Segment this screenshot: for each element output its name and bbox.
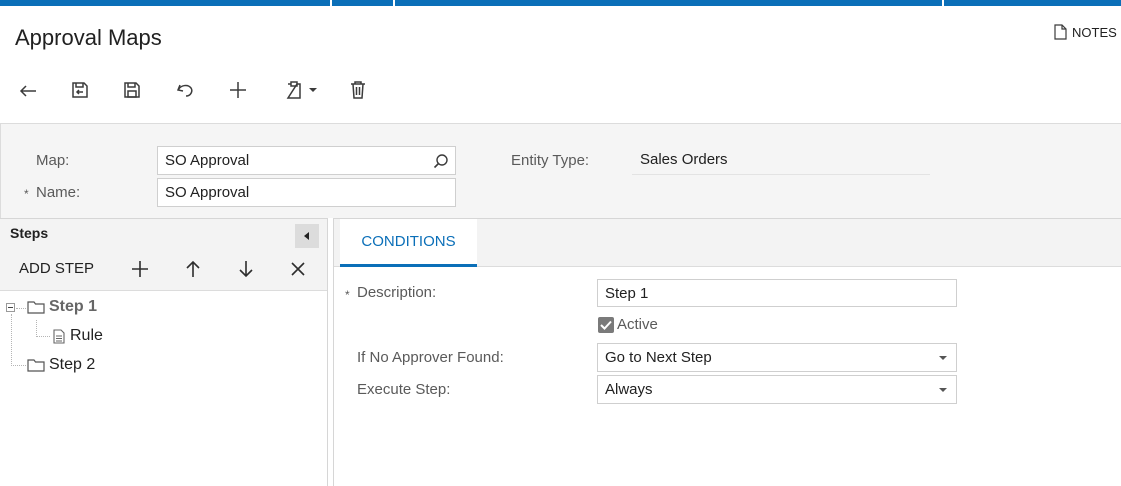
execute-step-label: Execute Step:	[357, 381, 451, 398]
back-arrow-icon	[19, 85, 36, 97]
name-value: SO Approval	[165, 184, 250, 201]
no-approver-value: Go to Next Step	[605, 349, 712, 366]
tree-connector	[16, 308, 26, 309]
notes-label: NOTES	[1072, 24, 1117, 40]
checkmark-icon	[600, 320, 612, 330]
steps-panel-header: Steps ADD STEP	[0, 219, 327, 291]
add-button[interactable]	[224, 74, 252, 106]
steps-title: Steps	[10, 225, 49, 241]
collapse-panel-button[interactable]	[295, 224, 319, 248]
top-bar-separator	[330, 0, 332, 6]
tabs-bar: CONDITIONS	[334, 219, 1121, 267]
save-button[interactable]	[118, 74, 146, 106]
tree-node-label: Rule	[70, 327, 103, 344]
folder-icon	[27, 301, 45, 314]
save-close-icon	[72, 82, 88, 98]
tree-node-step-2[interactable]: Step 2	[27, 356, 95, 374]
required-mark: *	[345, 288, 350, 302]
active-checkbox[interactable]	[598, 317, 614, 333]
description-value: Step 1	[605, 285, 649, 302]
document-icon	[1054, 24, 1067, 40]
map-label: Map:	[36, 152, 70, 169]
arrow-down-icon	[239, 261, 253, 278]
step-details-panel: CONDITIONS * Description: Step 1 Active …	[333, 218, 1121, 486]
add-icon	[132, 261, 148, 277]
tree-connector	[11, 314, 12, 366]
no-approver-select[interactable]: Go to Next Step	[597, 343, 957, 372]
top-bar-separator	[942, 0, 944, 6]
search-icon[interactable]	[433, 153, 449, 169]
remove-tree-item-button[interactable]	[285, 256, 311, 282]
tree-node-label: Step 1	[49, 298, 98, 315]
tree-node-step-1[interactable]: Step 1	[27, 298, 97, 316]
rule-document-icon	[53, 328, 65, 344]
top-accent-bar	[0, 0, 1121, 6]
tree-connector	[36, 336, 50, 337]
add-step-button[interactable]: ADD STEP	[19, 260, 94, 277]
entity-type-value: Sales Orders	[640, 151, 728, 168]
summary-form: Map: SO Approval * Name: SO Approval Ent…	[0, 123, 1121, 218]
add-tree-item-button[interactable]	[127, 256, 153, 282]
save-close-button[interactable]	[66, 74, 94, 106]
entity-type-label: Entity Type:	[511, 152, 590, 169]
map-selector[interactable]: SO Approval	[157, 146, 456, 175]
clipboard-icon	[286, 81, 301, 99]
tree-node-label: Step 2	[49, 356, 96, 373]
description-field[interactable]: Step 1	[597, 279, 957, 307]
move-down-button[interactable]	[233, 256, 259, 282]
description-label: Description:	[357, 284, 437, 301]
back-button[interactable]	[14, 74, 42, 106]
collapse-step1-toggle[interactable]	[6, 303, 15, 312]
move-up-button[interactable]	[180, 256, 206, 282]
steps-panel: Steps ADD STEP Step 1 Rule Step 2	[0, 218, 328, 486]
delete-icon	[351, 81, 365, 99]
add-icon	[230, 82, 246, 98]
page-title: Approval Maps	[15, 25, 162, 50]
undo-icon	[176, 84, 193, 97]
close-icon	[291, 262, 305, 276]
folder-icon	[27, 359, 45, 372]
save-icon	[124, 82, 140, 98]
map-value: SO Approval	[165, 152, 250, 169]
execute-step-value: Always	[605, 381, 653, 398]
tab-conditions[interactable]: CONDITIONS	[340, 219, 477, 267]
name-field[interactable]: SO Approval	[157, 178, 456, 207]
execute-step-select[interactable]: Always	[597, 375, 957, 404]
name-label: Name:	[36, 184, 81, 201]
top-bar-separator	[393, 0, 395, 6]
required-mark: *	[24, 187, 29, 201]
chevron-down-icon	[939, 356, 947, 360]
no-approver-label: If No Approver Found:	[357, 349, 504, 366]
tree-connector	[36, 320, 37, 337]
tree-connector	[11, 365, 26, 366]
active-label: Active	[617, 316, 658, 333]
caret-left-icon	[304, 232, 309, 240]
undo-button[interactable]	[171, 74, 199, 106]
notes-button[interactable]: NOTES	[1054, 24, 1117, 40]
chevron-down-icon	[309, 88, 317, 92]
copy-paste-dropdown[interactable]	[278, 74, 324, 106]
chevron-down-icon	[939, 388, 947, 392]
arrow-up-icon	[186, 260, 200, 277]
tree-node-rule[interactable]: Rule	[52, 327, 103, 345]
entity-type-underline	[632, 174, 930, 175]
delete-button[interactable]	[344, 74, 372, 106]
